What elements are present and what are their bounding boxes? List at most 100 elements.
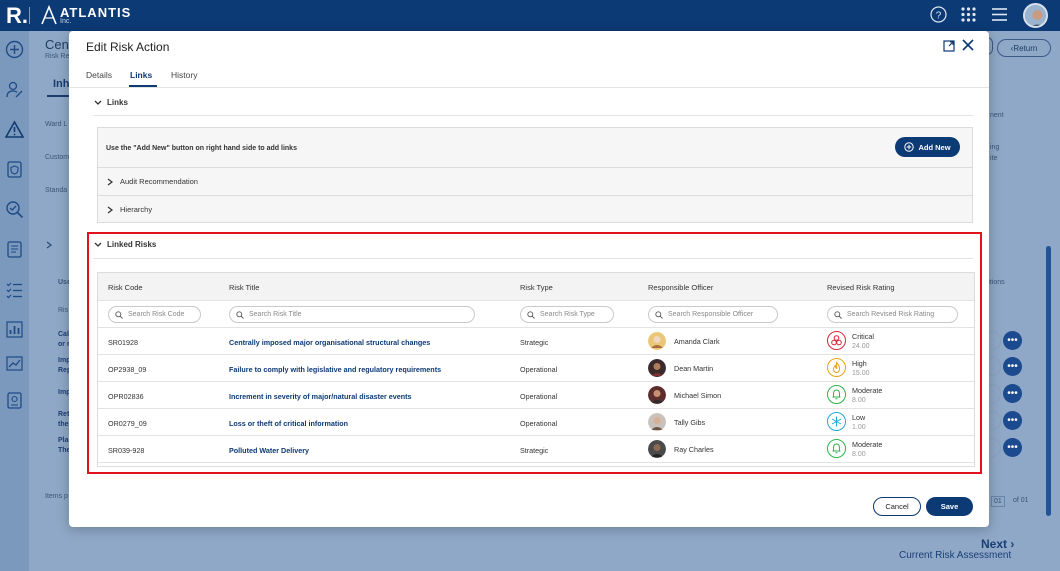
page-number[interactable]: 01: [991, 496, 1005, 507]
avatar: [648, 359, 666, 377]
tab-links[interactable]: Links: [130, 70, 152, 80]
scrollbar[interactable]: [1046, 246, 1051, 516]
table-row[interactable]: SR039-928 Polluted Water Delivery Strate…: [98, 436, 974, 463]
more-dots-icon[interactable]: •••: [1003, 331, 1022, 350]
chevron-right-icon: [107, 178, 113, 185]
column-header[interactable]: Revised Risk Rating: [827, 283, 895, 292]
field-label: Custom: [45, 154, 70, 161]
hierarchy-toggle[interactable]: Hierarchy: [106, 205, 152, 214]
risk-title-link[interactable]: Failure to comply with legislative and r…: [229, 365, 441, 374]
chevron-right-icon: [107, 206, 113, 213]
search-icon: [527, 310, 535, 319]
bar-chart-icon[interactable]: [5, 320, 24, 339]
search-icon: [236, 310, 244, 319]
high-rating-icon: [827, 358, 846, 377]
table-row[interactable]: OPR02836 Increment in severity of major/…: [98, 382, 974, 409]
list-item: Ris: [58, 307, 69, 314]
moderate-rating-icon: [827, 385, 846, 404]
list-item: the: [58, 421, 69, 428]
add-new-button[interactable]: Add New: [895, 137, 960, 157]
list-item: Ret: [58, 411, 70, 418]
trend-chart-icon[interactable]: [5, 354, 24, 373]
return-label: Return: [1013, 43, 1038, 53]
table-row[interactable]: SR01928 Centrally imposed major organisa…: [98, 328, 974, 355]
avatar: [648, 386, 666, 404]
rating-score: 15.00: [852, 369, 870, 377]
search-risk-code-input[interactable]: Search Risk Code: [108, 306, 201, 323]
rating-label: Low: [852, 412, 866, 422]
search-risk-type-input[interactable]: Search Risk Type: [520, 306, 614, 323]
low-rating-icon: [827, 412, 846, 431]
edit-risk-action-dialog: Edit Risk Action Details Links History L…: [69, 31, 989, 527]
brand-sub: Inc.: [60, 18, 72, 25]
risk-rating: High 15.00: [827, 358, 870, 377]
right-snippet: ing: [990, 144, 1000, 151]
risk-title-link[interactable]: Polluted Water Delivery: [229, 446, 309, 455]
next-link[interactable]: Next ›: [981, 537, 1014, 551]
avatar: [648, 413, 666, 431]
audit-recommendation-label: Audit Recommendation: [120, 177, 198, 186]
next-sub-label: Current Risk Assessment: [899, 550, 1012, 561]
cancel-button[interactable]: Cancel: [873, 497, 921, 516]
moderate-rating-icon: [827, 439, 846, 458]
rating-label: Moderate: [852, 439, 883, 449]
expand-icon[interactable]: [942, 39, 956, 53]
left-nav-rail: [0, 31, 29, 571]
more-dots-icon[interactable]: •••: [1003, 357, 1022, 376]
linked-risks-toggle[interactable]: Linked Risks: [93, 240, 156, 249]
report-icon[interactable]: [5, 391, 24, 410]
risk-title-link[interactable]: Increment in severity of major/natural d…: [229, 392, 412, 401]
search-revised-risk-rating-input[interactable]: Search Revised Risk Rating: [827, 306, 958, 323]
risk-title-link[interactable]: Loss or theft of critical information: [229, 419, 348, 428]
column-header[interactable]: Responsible Officer: [648, 283, 713, 292]
responsible-officer: Dean Martin: [648, 359, 713, 377]
warning-icon[interactable]: [5, 120, 24, 139]
risk-rating: Moderate 8.00: [827, 385, 882, 404]
save-button[interactable]: Save: [926, 497, 973, 516]
table-row[interactable]: OR0279_09 Loss or theft of critical info…: [98, 409, 974, 436]
row-divider: [98, 167, 972, 168]
responsible-officer: Ray Charles: [648, 440, 714, 458]
apps-grid-icon[interactable]: [960, 6, 977, 23]
links-section-heading: Links: [107, 98, 128, 107]
search-risk-title-input[interactable]: Search Risk Title: [229, 306, 475, 323]
close-icon[interactable]: [961, 38, 975, 52]
more-dots-icon[interactable]: •••: [1003, 438, 1022, 457]
tab-history[interactable]: History: [171, 70, 197, 80]
search-responsible-officer-input[interactable]: Search Responsible Officer: [648, 306, 778, 323]
hamburger-menu-icon[interactable]: [991, 6, 1008, 23]
more-dots-icon[interactable]: •••: [1003, 411, 1022, 430]
return-button[interactable]: ‹ Return: [997, 39, 1051, 57]
rating-score: 8.00: [852, 396, 866, 404]
risk-rating: Critical 24.00: [827, 331, 874, 350]
column-header[interactable]: Risk Title: [229, 283, 259, 292]
search-check-icon[interactable]: [5, 200, 24, 219]
add-circle-icon: [904, 142, 915, 152]
user-edit-icon[interactable]: [5, 80, 24, 99]
risk-code: SR039-928: [108, 446, 145, 455]
risk-code: SR01928: [108, 338, 138, 347]
table-row[interactable]: OP2938_09 Failure to comply with legisla…: [98, 355, 974, 382]
risk-rating: Moderate 8.00: [827, 439, 882, 458]
tab-details[interactable]: Details: [86, 70, 112, 80]
risk-rating: Low 1.00: [827, 412, 866, 431]
risk-code: OPR02836: [108, 392, 144, 401]
shield-doc-icon[interactable]: [5, 160, 24, 179]
brand-letter: R.: [6, 3, 28, 28]
search-icon: [834, 310, 842, 319]
column-header[interactable]: Risk Type: [520, 283, 553, 292]
officer-name: Dean Martin: [674, 363, 714, 373]
column-header[interactable]: Risk Code: [108, 283, 143, 292]
help-icon[interactable]: ?: [930, 6, 947, 23]
risk-type: Operational: [520, 419, 558, 428]
user-avatar[interactable]: [1023, 3, 1048, 28]
document-icon[interactable]: [5, 240, 24, 259]
checklist-icon[interactable]: [5, 280, 24, 299]
plus-circle-icon[interactable]: [5, 40, 24, 59]
right-snippet: ite: [990, 155, 998, 162]
audit-recommendation-toggle[interactable]: Audit Recommendation: [106, 177, 198, 186]
more-dots-icon[interactable]: •••: [1003, 384, 1022, 403]
links-section-toggle[interactable]: Links: [93, 98, 128, 107]
risk-title-link[interactable]: Centrally imposed major organisational s…: [229, 338, 430, 347]
brand-divider: [29, 7, 30, 24]
